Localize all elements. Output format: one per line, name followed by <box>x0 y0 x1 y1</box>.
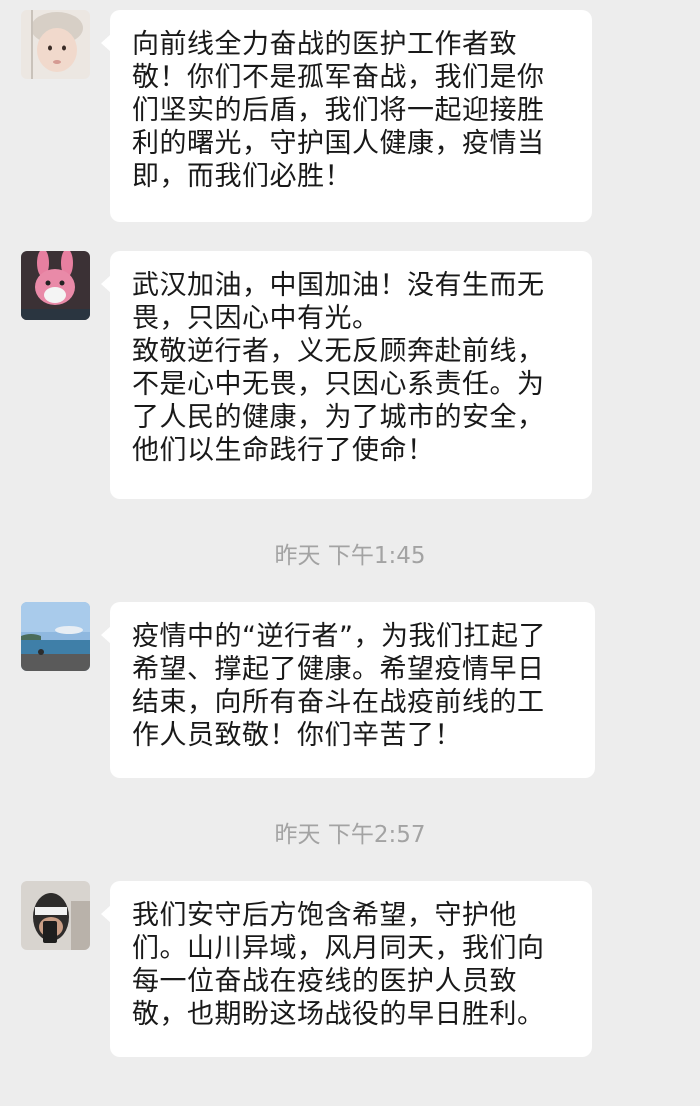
timestamp: 昨天 下午1:45 <box>274 543 426 569</box>
message-text: 疫情中的“逆行者”，为我们扛起了 希望、撑起了健康。希望疫情早日 结束，向所有奋… <box>132 621 546 751</box>
chat-message-list[interactable]: 向前线全力奋战的医护工作者致 敬！你们不是孤军奋战，我们是你 们坚实的后盾，我们… <box>0 0 700 1106</box>
chat-message: 向前线全力奋战的医护工作者致 敬！你们不是孤军奋战，我们是你 们坚实的后盾，我们… <box>0 10 700 225</box>
chat-message: 我们安守后方饱含希望，守护他 们。山川异域，风月同天，我们向 每一位奋战在疫线的… <box>0 881 700 1059</box>
pink-rabbit-avatar-image <box>21 251 90 320</box>
baby-avatar[interactable] <box>21 10 90 79</box>
message-text: 我们安守后方饱含希望，守护他 们。山川异域，风月同天，我们向 每一位奋战在疫线的… <box>132 900 545 1030</box>
person-photo-avatar[interactable] <box>21 881 90 950</box>
message-bubble[interactable]: 我们安守后方饱含希望，守护他 们。山川异域，风月同天，我们向 每一位奋战在疫线的… <box>101 881 592 1057</box>
chat-message: 武汉加油，中国加油！没有生而无 畏，只因心中有光。 致敬逆行者，义无反顾奔赴前线… <box>0 251 700 501</box>
seaside-avatar[interactable] <box>21 602 90 671</box>
message-bubble[interactable]: 武汉加油，中国加油！没有生而无 畏，只因心中有光。 致敬逆行者，义无反顾奔赴前线… <box>101 251 592 499</box>
message-bubble[interactable]: 向前线全力奋战的医护工作者致 敬！你们不是孤军奋战，我们是你 们坚实的后盾，我们… <box>101 10 592 222</box>
baby-avatar-image <box>21 10 90 79</box>
message-text: 武汉加油，中国加油！没有生而无 畏，只因心中有光。 致敬逆行者，义无反顾奔赴前线… <box>132 270 545 466</box>
pink-rabbit-avatar[interactable] <box>21 251 90 320</box>
person-photo-avatar-image <box>21 881 90 950</box>
message-text: 向前线全力奋战的医护工作者致 敬！你们不是孤军奋战，我们是你 们坚实的后盾，我们… <box>132 29 545 192</box>
chat-message: 疫情中的“逆行者”，为我们扛起了 希望、撑起了健康。希望疫情早日 结束，向所有奋… <box>0 602 700 780</box>
message-bubble[interactable]: 疫情中的“逆行者”，为我们扛起了 希望、撑起了健康。希望疫情早日 结束，向所有奋… <box>101 602 595 778</box>
seaside-avatar-image <box>21 602 90 671</box>
timestamp: 昨天 下午2:57 <box>274 822 426 848</box>
clipped-timestamp <box>0 1096 700 1106</box>
